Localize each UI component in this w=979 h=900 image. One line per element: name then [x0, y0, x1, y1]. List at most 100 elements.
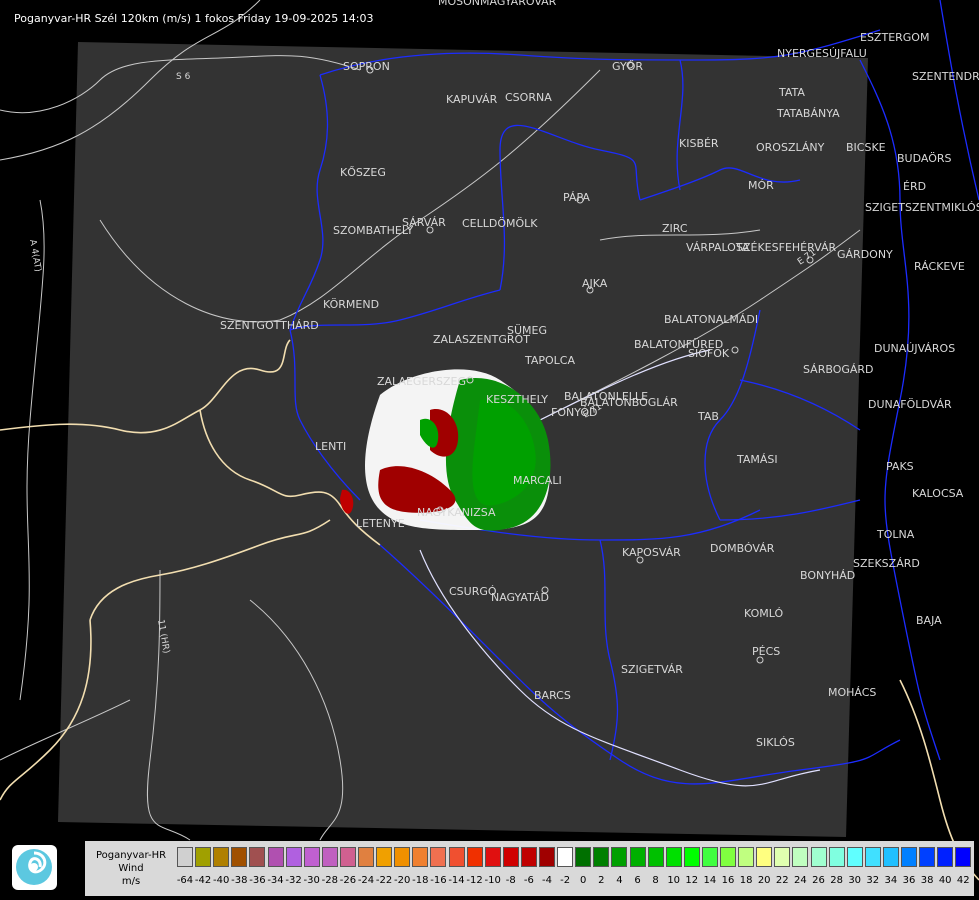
city-label: BALATONALMÁDI: [664, 313, 758, 326]
legend-value-label: 22: [775, 875, 789, 886]
legend-value-label: -8: [505, 875, 516, 886]
city-label: BICSKE: [846, 141, 886, 154]
legend-value-label: -40: [213, 875, 230, 886]
city-label: BAJA: [916, 614, 942, 627]
city-label: BUDAÖRS: [897, 152, 952, 165]
city-label: GYŐR: [612, 59, 643, 73]
legend-swatch: [195, 847, 212, 867]
legend-swatch: [231, 847, 248, 867]
legend-value-label: 10: [667, 875, 681, 886]
legend-value-label: 26: [812, 875, 825, 886]
legend-swatch: [303, 847, 320, 867]
city-label: RÁCKEVE: [914, 260, 965, 273]
legend-swatch: [828, 847, 845, 867]
legend-swatch: [520, 847, 537, 867]
city-label: NAGYATÁD: [491, 591, 549, 604]
legend-swatch: [846, 847, 863, 867]
city-label: NAGYKANIZSA: [417, 506, 496, 519]
city-label: DUNAÚJVÁROS: [874, 342, 955, 355]
legend-value-label: 12: [685, 875, 699, 886]
city-label: SOPRON: [343, 60, 390, 73]
legend-value-label: 40: [938, 875, 952, 886]
city-label: TOLNA: [876, 528, 915, 541]
legend-value-label: 28: [830, 875, 843, 886]
city-label: NYERGESÚJFALU: [777, 47, 867, 60]
road-label-s6: S 6: [176, 72, 191, 82]
legend-value-label: -6: [523, 875, 534, 886]
city-label: ZIRC: [662, 222, 688, 235]
logo: [12, 845, 57, 890]
legend-value-label: -18: [412, 875, 429, 886]
radar-map: S 6 A 4(AT) 11 (HR) E 71 E 71 MOSONMAGYA…: [0, 0, 979, 900]
city-label: PAKS: [886, 460, 914, 473]
city-label: KALOCSA: [912, 487, 964, 500]
legend-swatch: [575, 847, 592, 867]
legend-swatch: [502, 847, 519, 867]
city-label: ESZTERGOM: [860, 31, 929, 44]
city-label: PÉCS: [752, 645, 780, 658]
legend-value-label: 8: [652, 875, 659, 886]
city-label: AJKA: [582, 277, 608, 290]
legend-value-label: 6: [634, 875, 641, 886]
legend-swatch: [864, 847, 881, 867]
city-label: BALATONBOGLÁR: [580, 396, 678, 409]
city-label: MÓR: [748, 179, 774, 192]
legend-value-label: -38: [231, 875, 248, 886]
city-label: ZALASZENTGRÓT: [433, 333, 530, 346]
legend-value-label: -22: [375, 875, 393, 886]
legend-swatch: [593, 847, 610, 867]
swirl-logo-icon: [16, 849, 52, 885]
city-label: DUNAFÖLDVÁR: [868, 398, 952, 411]
legend-value-label: 42: [956, 875, 970, 886]
legend-swatch: [683, 847, 700, 867]
legend-swatch: [394, 847, 411, 867]
legend-source: Poganyvar-HR: [95, 850, 167, 861]
legend-swatch: [647, 847, 664, 867]
legend-swatch: [774, 847, 791, 867]
city-label: CSORNA: [505, 91, 552, 104]
city-label: BARCS: [534, 689, 571, 702]
city-label: KAPOSVÁR: [622, 546, 681, 559]
legend-swatch: [629, 847, 646, 867]
legend-swatch: [901, 847, 917, 867]
legend-swatch: [448, 847, 465, 867]
legend-swatch: [738, 847, 755, 867]
city-label: KISBÉR: [679, 137, 719, 150]
city-label: KAPUVÁR: [446, 93, 498, 106]
city-label: SZIGETVÁR: [621, 663, 683, 676]
legend-value-label: 2: [598, 875, 605, 886]
legend-value-label: -24: [357, 875, 375, 886]
legend-swatch: [919, 847, 936, 867]
legend-value-label: -26: [339, 875, 357, 886]
legend-value-label: 34: [884, 875, 898, 886]
city-label: SZIGETSZENTMIKLÓS: [865, 201, 979, 214]
legend-value-label: 16: [721, 875, 735, 886]
city-label: SIKLÓS: [756, 736, 795, 749]
legend-value-label: -20: [394, 875, 411, 886]
city-label: TAB: [697, 410, 719, 423]
legend-value-label: 38: [920, 875, 934, 886]
legend-value-label: 20: [757, 875, 771, 886]
city-label: TAMÁSI: [736, 453, 778, 466]
legend-value-label: 14: [703, 875, 717, 886]
legend-value-label: -64: [176, 875, 194, 886]
city-label: CSURGÓ: [449, 585, 497, 598]
legend-swatch: [756, 847, 773, 867]
city-label: TATABÁNYA: [776, 107, 840, 120]
city-label: KŐSZEG: [340, 165, 386, 179]
city-label: ÉRD: [903, 180, 926, 193]
legend-swatch: [484, 847, 501, 867]
city-label: ZALAEGERSZEG: [377, 375, 466, 388]
legend-title: Poganyvar-HR Wind m/s: [85, 841, 177, 896]
legend-value-label: -28: [321, 875, 338, 886]
legend-swatch: [321, 847, 338, 867]
city-label: KESZTHELY: [486, 393, 548, 406]
legend-swatch: [358, 847, 374, 867]
city-label: GÁRDONY: [837, 248, 893, 261]
legend-swatch: [955, 847, 972, 867]
color-legend: Poganyvar-HR Wind m/s -64 -42 -40 -38 -36 -34…: [85, 841, 974, 896]
city-label: SÁRBOGÁRD: [803, 363, 874, 376]
city-label: LENTI: [315, 440, 346, 453]
legend-product: Wind: [118, 863, 144, 874]
legend-swatch: [937, 847, 954, 867]
